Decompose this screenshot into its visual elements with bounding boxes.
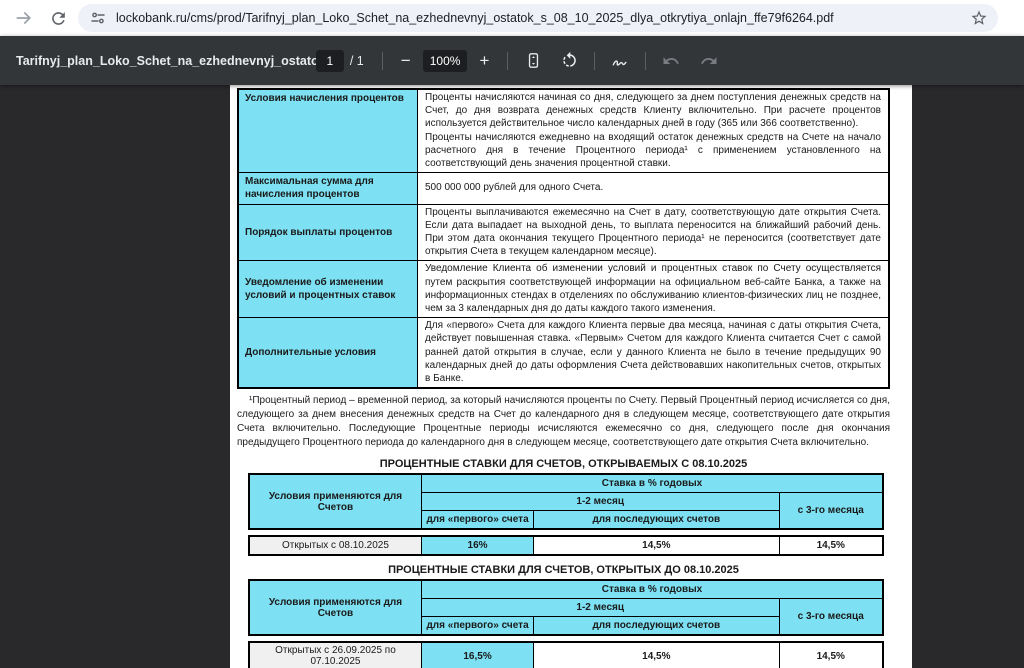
- fit-page-icon: [524, 51, 543, 70]
- redo-icon: [700, 52, 718, 70]
- header-months-1-2: 1-2 месяц: [421, 493, 779, 511]
- site-settings-icon[interactable]: [90, 10, 106, 26]
- table-row: Максимальная сумма для начисления процен…: [238, 173, 889, 204]
- condition-text: Уведомление Клиента об изменении условий…: [418, 261, 890, 318]
- condition-label: Дополнительные условия: [238, 318, 418, 389]
- rate-table-new-header: Условия применяются для Счетов Ставка в …: [248, 473, 884, 530]
- page-number-input[interactable]: [316, 50, 344, 72]
- rotate-ccw-icon: [560, 51, 579, 70]
- header-rate-group: Ставка в % годовых: [421, 474, 883, 493]
- header-first-account: для «первого» счета: [421, 617, 533, 636]
- condition-text: Проценты начисляются начиная со дня, сле…: [418, 89, 890, 173]
- rotate-button[interactable]: [556, 48, 582, 74]
- table-row: Открытых с 26.09.2025 по 07.10.2025 16,5…: [249, 642, 883, 668]
- rate-first-cell: 16,5%: [421, 642, 533, 668]
- browser-toolbar: lockobank.ru/cms/prod/Tarifnyj_plan_Loko…: [0, 0, 1024, 36]
- zoom-level-input[interactable]: 100%: [423, 50, 468, 72]
- toolbar-divider: [645, 52, 646, 70]
- toolbar-divider: [594, 52, 595, 70]
- condition-label: Порядок выплаты процентов: [238, 204, 418, 261]
- header-rate-group: Ставка в % годовых: [421, 580, 883, 599]
- condition-label: Уведомление об изменении условий и проце…: [238, 261, 418, 318]
- pen-squiggle-icon: [610, 51, 630, 71]
- header-conditions: Условия применяются для Счетов: [249, 474, 421, 529]
- header-months-1-2: 1-2 месяц: [421, 599, 779, 617]
- condition-text: Проценты выплачиваются ежемесячно на Сче…: [418, 204, 890, 261]
- condition-label: Максимальная сумма для начисления процен…: [238, 173, 418, 204]
- fit-to-page-button[interactable]: [520, 48, 546, 74]
- header-from-third-month: с 3-го месяца: [779, 493, 883, 530]
- pdf-filename: Tarifnyj_plan_Loko_Schet_na_ezhednevnyj_…: [16, 54, 316, 68]
- footnote: ¹Процентный период – временной период, з…: [237, 394, 890, 450]
- rate-table-old-data: Открытых с 26.09.2025 по 07.10.2025 16,5…: [248, 641, 884, 668]
- forward-button[interactable]: [10, 4, 38, 32]
- table-row: Порядок выплаты процентов Проценты выпла…: [238, 204, 889, 261]
- header-subsequent-accounts: для последующих счетов: [534, 617, 779, 636]
- toolbar-divider: [382, 52, 383, 70]
- pdf-canvas[interactable]: Условия начисления процентов Проценты на…: [0, 85, 1024, 668]
- undo-icon: [662, 52, 680, 70]
- toolbar-divider: [507, 52, 508, 70]
- condition-text: Для «первого» Счета для каждого Клиента …: [418, 318, 890, 389]
- rate-table-title-new: ПРОЦЕНТНЫЕ СТАВКИ ДЛЯ СЧЕТОВ, ОТКРЫВАЕМЫ…: [237, 458, 890, 470]
- table-row: Дополнительные условия Для «первого» Сче…: [238, 318, 889, 389]
- zoom-out-button[interactable]: −: [395, 52, 417, 69]
- undo-button[interactable]: [658, 48, 684, 74]
- header-first-account: для «первого» счета: [421, 511, 533, 530]
- rate-third-cell: 14,5%: [779, 536, 883, 555]
- redo-button[interactable]: [696, 48, 722, 74]
- url-text: lockobank.ru/cms/prod/Tarifnyj_plan_Loko…: [116, 11, 970, 25]
- condition-text: 500 000 000 рублей для одного Счета.: [418, 173, 890, 204]
- pdf-page: Условия начисления процентов Проценты на…: [230, 85, 912, 668]
- period-cell: Открытых с 26.09.2025 по 07.10.2025: [249, 642, 421, 668]
- table-row: Открытых с 08.10.2025 16% 14,5% 14,5%: [249, 536, 883, 555]
- condition-label: Условия начисления процентов: [238, 89, 418, 173]
- rate-third-cell: 14,5%: [779, 642, 883, 668]
- annotate-button[interactable]: [607, 48, 633, 74]
- bookmark-star-icon[interactable]: [970, 9, 988, 27]
- rate-subsequent-cell: 14,5%: [534, 536, 779, 555]
- table-row: Уведомление об изменении условий и проце…: [238, 261, 889, 318]
- header-subsequent-accounts: для последующих счетов: [534, 511, 779, 530]
- rate-subsequent-cell: 14,5%: [534, 642, 779, 668]
- address-bar[interactable]: lockobank.ru/cms/prod/Tarifnyj_plan_Loko…: [78, 4, 998, 32]
- rate-table-old-header: Условия применяются для Счетов Ставка в …: [248, 579, 884, 636]
- rate-table-new-data: Открытых с 08.10.2025 16% 14,5% 14,5%: [248, 535, 884, 556]
- forward-arrow-icon: [14, 8, 34, 28]
- zoom-in-button[interactable]: +: [473, 52, 495, 69]
- pdf-toolbar: Tarifnyj_plan_Loko_Schet_na_ezhednevnyj_…: [0, 36, 1024, 85]
- reload-icon: [49, 9, 68, 28]
- page-count-label: / 1: [350, 54, 364, 68]
- reload-button[interactable]: [44, 4, 72, 32]
- conditions-table: Условия начисления процентов Проценты на…: [237, 88, 890, 389]
- header-conditions: Условия применяются для Счетов: [249, 580, 421, 635]
- rate-table-title-old: ПРОЦЕНТНЫЕ СТАВКИ ДЛЯ СЧЕТОВ, ОТКРЫТЫХ Д…: [237, 564, 890, 576]
- header-from-third-month: с 3-го месяца: [779, 599, 883, 636]
- period-cell: Открытых с 08.10.2025: [249, 536, 421, 555]
- rate-first-cell: 16%: [421, 536, 533, 555]
- table-row: Условия начисления процентов Проценты на…: [238, 89, 889, 173]
